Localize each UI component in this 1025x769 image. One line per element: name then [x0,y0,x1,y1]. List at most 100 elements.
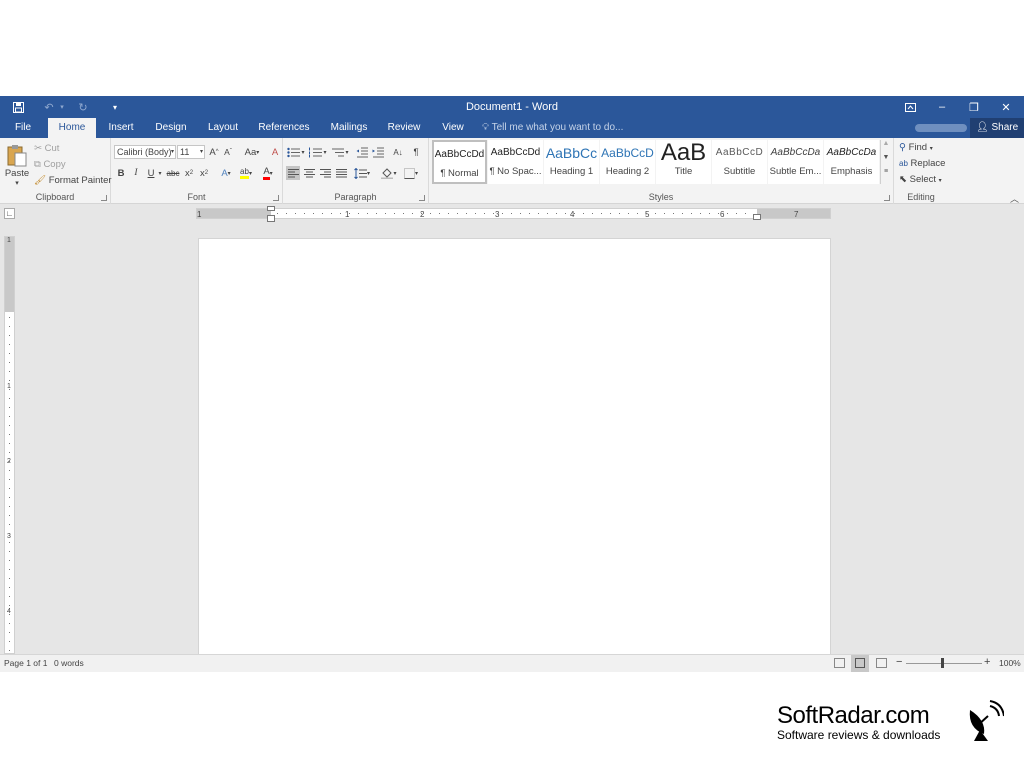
styles-scroll-up-icon[interactable]: ▲ [881,140,891,154]
restore-button[interactable]: ❐ [966,96,982,118]
subscript-button[interactable]: x2 [183,166,195,180]
styles-launcher-icon[interactable] [884,195,890,201]
grow-caret-icon: ^ [215,149,219,155]
zoom-level[interactable]: 100% [999,658,1021,668]
vruler-dot [9,497,10,498]
highlight-button[interactable]: ab ▾ [237,166,255,180]
tell-me-search[interactable]: 💡︎ Tell me what you want to do... [482,118,623,138]
paragraph-launcher-icon[interactable] [419,195,425,201]
cut-button[interactable]: ✂ Cut [34,143,59,154]
strikethrough-button[interactable]: abc [165,166,181,180]
tab-selector-icon[interactable]: ∟ [4,208,15,219]
select-label: Select [909,174,937,185]
styles-more-icon[interactable]: ≡ [881,168,891,182]
line-spacing-button[interactable]: ▾ [352,166,372,180]
numbering-button[interactable]: ▾ [308,145,328,159]
style-normal[interactable]: AaBbCcDd ¶ Normal [432,140,487,184]
superscript-button[interactable]: x2 [198,166,210,180]
horizontal-ruler[interactable]: 11234567 [196,206,831,222]
ruler-dot [610,213,611,214]
zoom-out-button[interactable]: − [896,656,902,668]
account-name-blurred[interactable] [915,124,967,132]
tab-layout[interactable]: Layout [202,118,244,138]
zoom-slider-track[interactable] [906,663,982,664]
multilevel-list-button[interactable]: ▾ [330,145,350,159]
style-name: Subtle Em... [769,166,822,177]
minimize-button[interactable]: – [934,96,950,118]
increase-indent-button[interactable] [371,145,385,159]
style-subtitle[interactable]: AaBbCcD Subtitle [712,140,767,184]
hanging-indent-marker[interactable] [267,215,275,222]
underline-dropdown-icon[interactable]: ▾ [157,166,163,180]
align-left-button[interactable] [286,166,300,180]
style-heading-2[interactable]: AaBbCcD Heading 2 [600,140,655,184]
underline-button[interactable]: U [145,166,157,180]
tab-mailings[interactable]: Mailings [324,118,374,138]
font-color-button[interactable]: A ▾ [259,166,277,180]
copy-button[interactable]: ⧉ Copy [34,159,66,170]
bold-button[interactable]: B [115,166,127,180]
font-launcher-icon[interactable] [273,195,279,201]
tab-file[interactable]: File [6,118,40,138]
tab-insert[interactable]: Insert [102,118,140,138]
close-button[interactable]: ✕ [998,96,1014,118]
tab-review[interactable]: Review [384,118,424,138]
tab-home[interactable]: Home [48,118,96,138]
align-right-button[interactable] [318,166,332,180]
clipboard-launcher-icon[interactable] [101,195,107,201]
select-button[interactable]: ⬉ Select ▾ [899,174,942,185]
print-layout-button[interactable] [851,655,869,672]
bullets-button[interactable]: ▾ [286,145,306,159]
ruler-dot [547,213,548,214]
read-mode-icon[interactable] [834,658,845,668]
ruler-dot [412,213,413,214]
document-page[interactable] [198,238,831,658]
format-painter-button[interactable]: 🖌︎ Format Painter [34,175,112,186]
style-subtle-em[interactable]: AaBbCcDa Subtle Em... [768,140,823,184]
ribbon-display-glyph [904,102,916,112]
shading-button[interactable]: ▾ [379,166,399,180]
shrink-font-button[interactable]: Aˇ [222,145,234,159]
web-layout-icon[interactable] [876,658,887,668]
sort-button[interactable]: A↓ [391,145,405,159]
font-name-box[interactable]: Calibri (Body) ▾ [114,145,176,159]
title-bar: ↶ ▾ ↻ ▾ Document1 - Word – ❐ ✕ [0,96,1024,118]
justify-button[interactable] [334,166,348,180]
first-line-indent-marker[interactable] [267,206,275,211]
style-emphasis[interactable]: AaBbCcDa Emphasis [824,140,879,184]
vruler-dot [9,443,10,444]
page-count[interactable]: Page 1 of 1 [4,658,47,668]
zoom-in-button[interactable]: + [984,656,990,668]
borders-button[interactable]: ▾ [401,166,421,180]
zoom-slider-thumb[interactable] [941,658,944,668]
show-formatting-marks-button[interactable]: ¶ [410,145,422,159]
vruler-dot [9,353,10,354]
vertical-ruler[interactable]: 11234 [4,236,15,654]
change-case-button[interactable]: Aa ▾ [241,145,263,159]
paste-button[interactable]: Paste ▾ [4,141,30,189]
text-effects-button[interactable]: A ▾ [217,166,235,180]
ruler-dot [322,213,323,214]
collapse-ribbon-icon[interactable]: ︿ [1010,192,1019,205]
paragraph-group-label: Paragraph [334,192,377,202]
font-size-box[interactable]: 11 ▾ [177,145,205,159]
replace-button[interactable]: ab Replace [899,158,945,169]
style-heading-1[interactable]: AaBbCc Heading 1 [544,140,599,184]
decrease-indent-button[interactable] [355,145,369,159]
grow-font-button[interactable]: A ^ [208,145,220,159]
tab-view[interactable]: View [436,118,470,138]
style-preview: AaBbCc [545,145,598,161]
tab-references[interactable]: References [254,118,314,138]
ribbon-display-options-icon[interactable] [902,96,918,118]
find-button[interactable]: ⚲ Find ▾ [899,142,933,153]
styles-scroll-down-icon[interactable]: ▼ [881,154,891,168]
right-indent-marker[interactable] [753,214,761,220]
style-title[interactable]: AaB Title [656,140,711,184]
align-center-button[interactable] [302,166,316,180]
style-no-spac[interactable]: AaBbCcDd ¶ No Spac... [488,140,543,184]
clear-formatting-button[interactable]: A [269,145,281,159]
italic-button[interactable]: I [130,166,142,180]
word-count[interactable]: 0 words [54,658,84,668]
share-button[interactable]: 👤︎ Share [970,118,1024,138]
tab-design[interactable]: Design [150,118,192,138]
